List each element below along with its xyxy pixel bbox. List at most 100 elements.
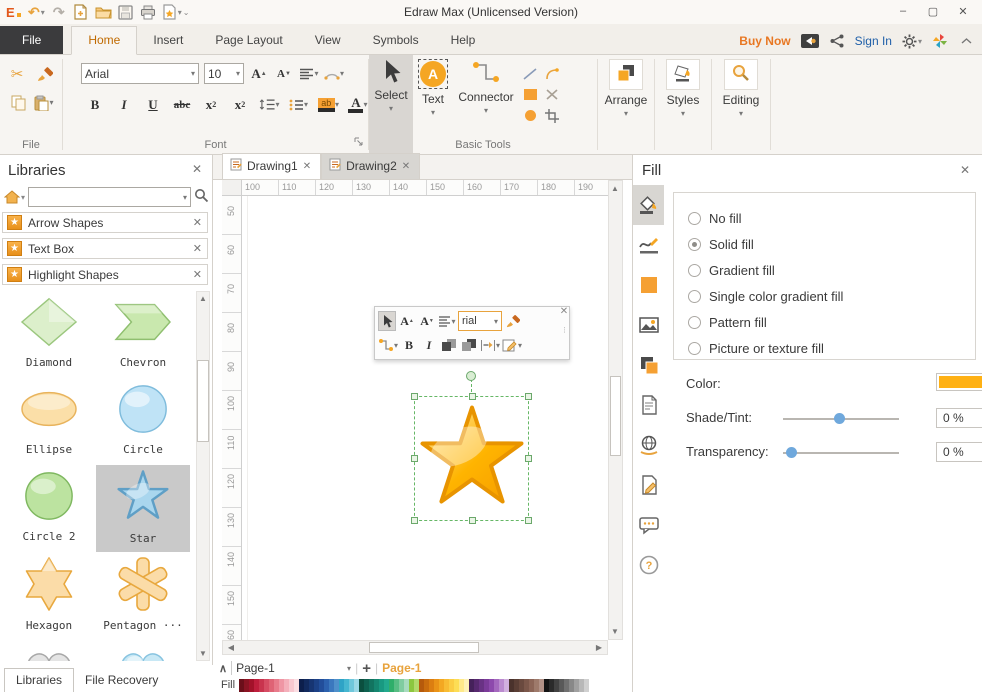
- library-search-input[interactable]: [29, 189, 183, 205]
- pagebar-collapse-icon[interactable]: ∧: [219, 662, 227, 675]
- transparency-spinner[interactable]: 0 %▲▼: [936, 442, 982, 462]
- mini-bold-icon[interactable]: B: [400, 335, 418, 355]
- ribbon-tab-insert[interactable]: Insert: [137, 27, 199, 54]
- minimize-button[interactable]: –: [888, 0, 918, 22]
- hscroll-right-icon[interactable]: ▶: [592, 641, 606, 654]
- mini-decrease-font-icon[interactable]: A▼: [418, 311, 436, 331]
- font-family-combo[interactable]: Arial▾: [81, 63, 199, 84]
- settings-gear-icon[interactable]: ▾: [902, 32, 922, 50]
- ribbon-tab-view[interactable]: View: [299, 27, 357, 54]
- italic-icon[interactable]: I: [114, 94, 134, 115]
- rotation-handle[interactable]: [466, 371, 476, 381]
- mini-increase-font-icon[interactable]: A▲: [398, 311, 416, 331]
- superscript-icon[interactable]: x2: [230, 94, 250, 115]
- print-icon[interactable]: [140, 3, 156, 21]
- panel-tab-file-recovery[interactable]: File Recovery: [74, 669, 169, 692]
- strikethrough-icon[interactable]: abc: [172, 94, 192, 115]
- fill-option-gradient-fill[interactable]: Gradient fill: [688, 257, 975, 283]
- subscript-icon[interactable]: x2: [201, 94, 221, 115]
- quick-color-icon[interactable]: [633, 265, 664, 305]
- fill-option-single-color-gradient-fill[interactable]: Single color gradient fill: [688, 283, 975, 309]
- buy-now-link[interactable]: Buy Now: [739, 34, 790, 48]
- mini-font-combo[interactable]: rial▾: [458, 311, 502, 331]
- draw-arc-icon[interactable]: [542, 63, 562, 84]
- hyperlink-icon[interactable]: [633, 425, 664, 465]
- mini-bring-forward-icon[interactable]: [440, 335, 458, 355]
- library-section-arrow-shapes[interactable]: ★Arrow Shapes✕: [2, 212, 208, 233]
- underline-icon[interactable]: U: [143, 94, 163, 115]
- line-style-icon[interactable]: [633, 225, 664, 265]
- vscroll-thumb[interactable]: [610, 376, 621, 456]
- fill-option-pattern-fill[interactable]: Pattern fill: [688, 309, 975, 335]
- draw-rectangle-icon[interactable]: [520, 84, 540, 105]
- mini-format-painter-icon[interactable]: [504, 311, 522, 331]
- styles-button[interactable]: Styles▾: [655, 55, 711, 154]
- pinwheel-icon[interactable]: [932, 32, 948, 50]
- mini-toolbar-drag-handle[interactable]: ⁝: [563, 325, 567, 336]
- shade-slider[interactable]: [783, 418, 899, 420]
- mini-italic-icon[interactable]: I: [420, 335, 438, 355]
- library-section-close-icon[interactable]: ✕: [193, 242, 202, 255]
- shape-selection-box[interactable]: [414, 396, 529, 521]
- arrange-button[interactable]: Arrange▾: [598, 55, 654, 154]
- page-selector[interactable]: Page-1▾: [231, 661, 351, 675]
- scroll-thumb[interactable]: [197, 360, 209, 442]
- library-home-icon[interactable]: ▾: [4, 190, 25, 204]
- increase-font-icon[interactable]: A▲: [249, 63, 269, 84]
- comment-icon[interactable]: [633, 505, 664, 545]
- vscroll-down-icon[interactable]: ▼: [609, 625, 621, 638]
- mini-align-icon[interactable]: ▾: [438, 311, 456, 331]
- fill-option-picture-or-texture-fill[interactable]: Picture or texture fill: [688, 335, 975, 361]
- scroll-up-icon[interactable]: ▲: [197, 292, 209, 305]
- collapse-ribbon-icon[interactable]: [958, 32, 974, 50]
- page-setup-icon[interactable]: [633, 385, 664, 425]
- crop-icon[interactable]: [542, 105, 562, 126]
- picture-icon[interactable]: [633, 305, 664, 345]
- handle-se[interactable]: [525, 517, 532, 524]
- ribbon-tab-help[interactable]: Help: [435, 27, 492, 54]
- sign-in-link[interactable]: Sign In: [855, 34, 892, 48]
- share-icon[interactable]: [829, 32, 845, 50]
- format-painter-icon[interactable]: [35, 63, 55, 84]
- handle-s[interactable]: [469, 517, 476, 524]
- shape-item-chevron[interactable]: Chevron: [96, 291, 190, 378]
- font-color-icon[interactable]: A▾: [348, 94, 368, 115]
- radio-button[interactable]: [688, 238, 701, 251]
- shape-item-asterisk[interactable]: Pentagon ···: [96, 552, 190, 639]
- ribbon-tab-home[interactable]: Home: [71, 26, 137, 55]
- handle-nw[interactable]: [411, 393, 418, 400]
- document-tab-close-icon[interactable]: ✕: [303, 161, 311, 172]
- radio-button[interactable]: [688, 264, 701, 277]
- canvas-vscrollbar[interactable]: ▲ ▼: [608, 180, 623, 640]
- transparency-slider-thumb[interactable]: [786, 447, 797, 458]
- shape-item-ellipse[interactable]: Ellipse: [2, 378, 96, 465]
- radio-button[interactable]: [688, 316, 701, 329]
- add-page-button[interactable]: +: [362, 660, 371, 677]
- hscroll-left-icon[interactable]: ◀: [224, 641, 238, 654]
- fill-color-picker[interactable]: [936, 373, 982, 391]
- active-page-tab[interactable]: Page-1: [382, 661, 421, 675]
- open-folder-icon[interactable]: [95, 3, 112, 21]
- library-search-icon[interactable]: [194, 188, 209, 206]
- palette-swatch[interactable]: [584, 679, 589, 692]
- bold-icon[interactable]: B: [85, 94, 105, 115]
- document-tab-drawing1[interactable]: Drawing1✕: [222, 153, 321, 179]
- line-spacing-icon[interactable]: ▾: [259, 94, 280, 115]
- handle-n[interactable]: [469, 393, 476, 400]
- radio-button[interactable]: [688, 290, 701, 303]
- shape-item-star[interactable]: Star: [96, 465, 190, 552]
- panel-tab-libraries[interactable]: Libraries: [4, 668, 74, 692]
- shadow-icon[interactable]: [633, 345, 664, 385]
- note-icon[interactable]: [633, 465, 664, 505]
- maximize-button[interactable]: ▢: [918, 0, 948, 22]
- export-icon[interactable]: ▾⌄: [162, 3, 190, 21]
- scroll-down-icon[interactable]: ▼: [197, 647, 209, 660]
- close-button[interactable]: ✕: [948, 0, 978, 22]
- fill-panel-close-icon[interactable]: ✕: [960, 163, 970, 177]
- library-section-text-box[interactable]: ★Text Box✕: [2, 238, 208, 259]
- library-search-combo[interactable]: ▾: [28, 187, 191, 207]
- help-icon[interactable]: ?: [633, 545, 664, 585]
- library-section-close-icon[interactable]: ✕: [193, 216, 202, 229]
- decrease-font-icon[interactable]: A▼: [274, 63, 294, 84]
- shape-item-circle2[interactable]: Circle 2: [2, 465, 96, 552]
